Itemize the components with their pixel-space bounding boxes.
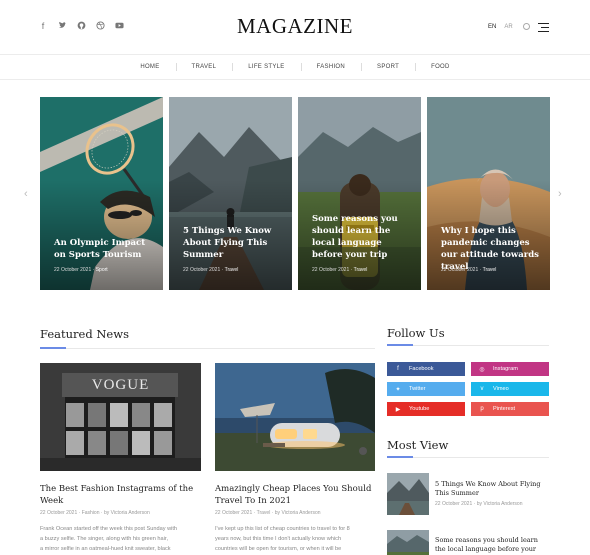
card-meta: 22 October 2021 · Sport: [54, 267, 108, 273]
menu-icon[interactable]: [538, 23, 549, 35]
instagram-icon: ◎: [479, 366, 485, 373]
slider-card[interactable]: Some reasons you should learn the local …: [298, 97, 421, 290]
most-view-heading: Most View: [387, 438, 449, 452]
post-title[interactable]: The Best Fashion Instagrams of the Week: [40, 483, 200, 507]
most-view-thumb[interactable]: [387, 473, 429, 515]
post-excerpt: Frank Ocean started off the week this po…: [40, 526, 178, 552]
most-view-thumb[interactable]: [387, 530, 429, 555]
slider-card[interactable]: Why I hope this pandemic changes our att…: [427, 97, 550, 290]
post-meta: 22 October 2021 · Fashion · by Victoria …: [40, 510, 150, 516]
follow-accent: [387, 344, 413, 346]
twitter-follow-button[interactable]: ✦ Twitter: [387, 382, 465, 396]
card-title[interactable]: Some reasons you should learn the local …: [312, 213, 411, 261]
facebook-follow-button[interactable]: f Facebook: [387, 362, 465, 376]
youtube-icon: ▶: [395, 406, 401, 413]
post-author[interactable]: by Victoria Anderson: [104, 510, 150, 516]
card-category[interactable]: Travel: [225, 267, 239, 273]
vogue-sign: VOGUE: [91, 377, 150, 393]
header-tools: EN AR: [488, 23, 530, 30]
card-meta: 22 October 2021 · Travel: [183, 267, 239, 273]
slider-next-arrow[interactable]: ›: [558, 188, 562, 200]
most-view-title[interactable]: Some reasons you should learn the local …: [435, 536, 545, 555]
nav-item-fashion[interactable]: FASHION: [300, 63, 361, 71]
card-meta: 22 October 2021 · Travel: [312, 267, 368, 273]
post-meta: 22 October 2021 · Travel · by Victoria A…: [215, 510, 321, 516]
most-view-item[interactable]: Some reasons you should learn the local …: [387, 530, 549, 555]
post-excerpt: I've kept up this list of cheap countrie…: [215, 526, 350, 552]
card-category[interactable]: Sport: [96, 267, 108, 273]
most-view-meta: 22 October 2021 · by Victoria Anderson: [435, 501, 523, 507]
post-author[interactable]: by Victoria Anderson: [275, 510, 321, 516]
pinterest-follow-button[interactable]: p Pinterest: [471, 402, 549, 416]
most-view-thumb-art: [387, 473, 429, 515]
main-nav: HOME TRAVEL LIFE STYLE FASHION SPORT FOO…: [0, 55, 590, 80]
search-icon[interactable]: [522, 23, 530, 30]
card-category[interactable]: Travel: [483, 267, 497, 273]
site-header: f MAGAZINE EN AR: [0, 0, 590, 55]
featured-accent: [40, 347, 66, 349]
post-category[interactable]: Fashion: [82, 510, 100, 516]
slider-card[interactable]: 5 Things We Know About Flying This Summe…: [169, 97, 292, 290]
follow-buttons: f Facebook ◎ Instagram ✦ Twitter v Vimeo…: [387, 362, 549, 416]
most-view-accent: [387, 456, 413, 458]
nav-item-sport[interactable]: SPORT: [361, 63, 415, 71]
most-view-thumb-art: [387, 530, 429, 555]
post-title[interactable]: Amazingly Cheap Places You Should Travel…: [215, 483, 375, 507]
pinterest-icon: p: [480, 406, 484, 412]
slider-card[interactable]: An Olympic Impact on Sports Tourism 22 O…: [40, 97, 163, 290]
facebook-icon: f: [397, 366, 399, 372]
post-image[interactable]: [215, 363, 375, 471]
lang-en[interactable]: EN: [488, 24, 496, 30]
vimeo-icon: v: [480, 386, 484, 392]
youtube-follow-button[interactable]: ▶ Youtube: [387, 402, 465, 416]
twitter-icon: ✦: [395, 386, 401, 393]
most-view-item[interactable]: 5 Things We Know About Flying This Summe…: [387, 473, 549, 515]
featured-divider: [40, 348, 375, 349]
vimeo-follow-button[interactable]: v Vimeo: [471, 382, 549, 396]
post-image[interactable]: VOGUE: [40, 363, 201, 471]
nav-item-travel[interactable]: TRAVEL: [175, 63, 233, 71]
slider-prev-arrow[interactable]: ‹: [24, 188, 28, 200]
most-view-title[interactable]: 5 Things We Know About Flying This Summe…: [435, 480, 545, 498]
nav-item-food[interactable]: FOOD: [415, 63, 466, 71]
follow-heading: Follow Us: [387, 326, 445, 340]
card-title[interactable]: An Olympic Impact on Sports Tourism: [54, 237, 153, 261]
featured-heading: Featured News: [40, 327, 129, 341]
lang-ar[interactable]: AR: [504, 24, 512, 30]
nav-item-life-style[interactable]: LIFE STYLE: [232, 63, 300, 71]
card-title[interactable]: 5 Things We Know About Flying This Summe…: [183, 225, 282, 261]
card-meta: 22 October 2021 · Travel: [441, 267, 497, 273]
nav-item-home[interactable]: HOME: [124, 64, 175, 70]
card-title[interactable]: Why I hope this pandemic changes our att…: [441, 225, 540, 273]
instagram-follow-button[interactable]: ◎ Instagram: [471, 362, 549, 376]
card-category[interactable]: Travel: [354, 267, 368, 273]
post-image-art: [215, 363, 375, 471]
post-category[interactable]: Travel: [257, 510, 271, 516]
